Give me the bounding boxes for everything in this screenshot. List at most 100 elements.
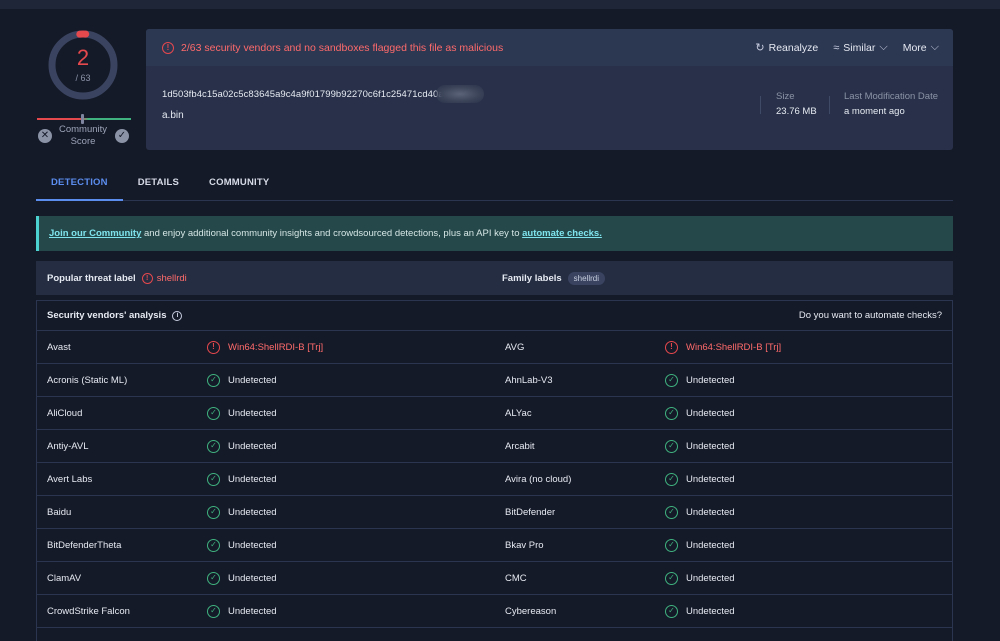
modification-label: Last Modification Date: [844, 91, 938, 102]
vendor-result: ✓ Undetected: [207, 439, 277, 453]
check-circle-icon: ✓: [665, 505, 678, 519]
check-circle-icon: ✓: [207, 373, 220, 387]
result-text: Win64:ShellRDI-B [Trj]: [686, 341, 782, 353]
popular-threat-value[interactable]: ! shellrdi: [141, 272, 187, 284]
vendor-result: ! Win64:ShellRDI-B [Trj]: [665, 340, 782, 354]
tab-community[interactable]: COMMUNITY: [194, 167, 284, 201]
check-circle-icon: ✓: [665, 373, 678, 387]
table-row: BitDefenderTheta ✓ Undetected Bkav Pro ✓ Unde…: [37, 529, 952, 562]
result-text: Undetected: [228, 539, 277, 551]
check-icon[interactable]: ✓: [115, 129, 129, 143]
vendors-analysis-table: Security vendors' analysis i Do you want…: [36, 300, 953, 641]
threat-value-text: shellrdi: [156, 272, 187, 284]
chevron-down-icon: ⌵: [879, 41, 888, 53]
table-row: Avast! Win64:ShellRDI-B [Trj] AVG! Win64:Sh…: [37, 331, 952, 364]
vendor-result: ✓ Undetected: [207, 472, 277, 486]
vendor-result: ✓ Undetected: [665, 472, 735, 486]
community-label-line2: Score: [70, 136, 96, 147]
chevron-down-icon: ⌵: [930, 41, 939, 53]
table-row: AliCloud ✓ Undetected ALYac ✓ Undetected: [37, 397, 952, 430]
vendor-rows: Avast! Win64:ShellRDI-B [Trj] AVG! Win64:Sh…: [37, 331, 952, 641]
result-text: Undetected: [686, 605, 735, 617]
check-circle-icon: ✓: [207, 472, 220, 486]
tab-detection[interactable]: DETECTION: [36, 167, 123, 201]
tab-bar: DETECTION DETAILS COMMUNITY: [36, 167, 953, 201]
check-circle-icon: ✓: [207, 439, 220, 453]
top-navigation-bar: [0, 0, 1000, 9]
automate-checks-link[interactable]: automate checks.: [522, 228, 602, 239]
similar-button[interactable]: ≈ Similar ⌵: [833, 41, 887, 54]
more-button[interactable]: More ⌵: [903, 41, 939, 54]
community-score-label: Community Score: [51, 124, 115, 148]
vendor-result: ✓ Undetected: [665, 373, 735, 387]
vendor-name: Antiy-AVL: [47, 440, 89, 452]
vendor-name: Baidu: [47, 506, 72, 518]
vendor-name: BitDefenderTheta: [47, 539, 122, 551]
vendor-name: Bkav Pro: [505, 539, 544, 551]
reanalyze-button[interactable]: ↻ Reanalyze: [755, 41, 819, 55]
vendor-name: CMC: [505, 572, 527, 584]
family-label-pill[interactable]: shellrdi: [567, 271, 606, 285]
community-score-bar: [37, 118, 131, 120]
community-label-line1: Community: [58, 124, 108, 135]
vendor-name: Cybereason: [505, 605, 557, 617]
result-text: Undetected: [686, 539, 735, 551]
result-text: Undetected: [686, 374, 735, 386]
vendor-result: ✓ Undetected: [665, 505, 735, 519]
vendor-name: ALYac: [505, 407, 532, 419]
result-text: Win64:ShellRDI-B [Trj]: [228, 341, 324, 353]
vendor-name: Avert Labs: [47, 473, 93, 485]
result-text: Undetected: [686, 506, 735, 518]
size-value: 23.76 MB: [776, 106, 817, 117]
vendor-result: ✓ Undetected: [207, 406, 277, 420]
vendor-name: Avast: [47, 341, 71, 353]
family-labels: Family labels shellrdi: [502, 271, 606, 285]
vendor-result: ✓ Undetected: [207, 505, 277, 519]
vendor-result: ✓ Undetected: [665, 538, 735, 552]
close-icon[interactable]: ✕: [38, 129, 52, 143]
check-circle-icon: ✓: [207, 505, 220, 519]
table-row: Antiy-AVL ✓ Undetected Arcabit ✓ Undetected: [37, 430, 952, 463]
vendor-name: AliCloud: [47, 407, 83, 419]
check-circle-icon: ✓: [665, 571, 678, 585]
vendor-result: ✓ Undetected: [207, 538, 277, 552]
vendor-name: AVG: [505, 341, 525, 353]
check-circle-icon: ✓: [207, 604, 220, 618]
result-text: Undetected: [228, 407, 277, 419]
divider: [760, 96, 761, 114]
vendor-result: ✓ Undetected: [665, 571, 735, 585]
vendor-name: ClamAV: [47, 572, 82, 584]
result-text: Undetected: [686, 473, 735, 485]
alert-icon: !: [665, 340, 678, 354]
popular-threat-label: Popular threat label: [47, 272, 136, 284]
redacted-blur: [436, 85, 484, 103]
result-text: Undetected: [228, 374, 277, 386]
result-text: Undetected: [686, 407, 735, 419]
vendors-title-text: Security vendors' analysis: [47, 310, 167, 321]
table-row: Avert Labs ✓ Undetected Avira (no cloud) ✓ Un…: [37, 463, 952, 496]
result-text: Undetected: [228, 440, 277, 452]
vendor-name: AhnLab-V3: [505, 374, 553, 386]
result-text: Undetected: [228, 506, 277, 518]
vendor-result: ✓ Undetected: [665, 406, 735, 420]
score-total: / 63: [75, 73, 91, 83]
reanalyze-label: Reanalyze: [768, 41, 819, 54]
alert-icon: !: [162, 41, 174, 54]
check-circle-icon: ✓: [207, 538, 220, 552]
check-circle-icon: ✓: [665, 439, 678, 453]
vendor-name: Arcabit: [505, 440, 535, 452]
check-circle-icon: ✓: [665, 538, 678, 552]
vendors-title: Security vendors' analysis i: [47, 310, 183, 321]
check-circle-icon: ✓: [665, 604, 678, 618]
divider: [829, 96, 830, 114]
card-header: ! 2/63 security vendors and no sandboxes…: [146, 29, 953, 66]
vendor-name: Avira (no cloud): [505, 473, 572, 485]
result-text: Undetected: [686, 440, 735, 452]
threat-labels-row: Popular threat label ! shellrdi Family l…: [36, 261, 953, 295]
detection-alert-text: 2/63 security vendors and no sandboxes f…: [181, 41, 504, 54]
join-community-link[interactable]: Join our Community: [49, 228, 141, 239]
automate-checks-link[interactable]: Do you want to automate checks?: [799, 310, 942, 321]
file-hash[interactable]: 1d503fb4c15a02c5c83645a9c4a9f01799b92270…: [162, 89, 454, 100]
info-icon[interactable]: i: [172, 310, 183, 321]
tab-details[interactable]: DETAILS: [123, 167, 194, 201]
